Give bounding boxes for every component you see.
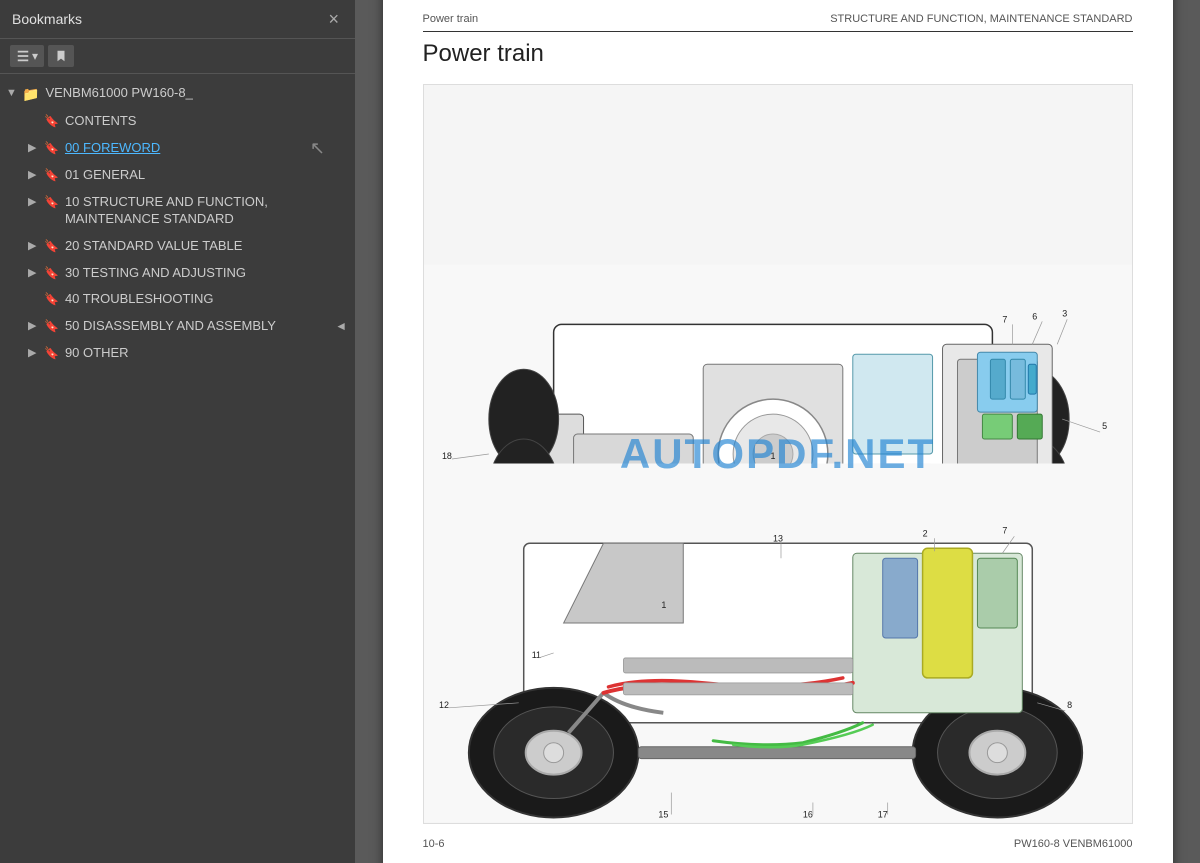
svg-text:5: 5 xyxy=(1102,421,1107,431)
chevron-right-icon: ▶ xyxy=(28,168,40,182)
bookmark-icon: 🔖 xyxy=(44,266,59,282)
svg-text:13: 13 xyxy=(773,533,783,543)
svg-text:3: 3 xyxy=(1062,308,1067,318)
svg-text:6: 6 xyxy=(1032,311,1037,321)
sidebar-item-contents[interactable]: ▶ 🔖 CONTENTS xyxy=(0,108,355,135)
sidebar-item-disassembly[interactable]: ▶ 🔖 50 DISASSEMBLY AND ASSEMBLY ◄ xyxy=(0,313,355,340)
page-number: 10-6 xyxy=(423,838,445,850)
svg-text:17: 17 xyxy=(877,810,887,820)
sidebar-header: Bookmarks × xyxy=(0,0,355,39)
folder-icon: 📁 xyxy=(22,85,39,103)
chevron-right-icon: ▶ xyxy=(28,346,40,360)
svg-text:7: 7 xyxy=(1002,525,1007,535)
bookmark-icon: 🔖 xyxy=(44,292,59,308)
page-title: Power train xyxy=(423,40,1133,68)
svg-text:7: 7 xyxy=(1002,314,1007,324)
bookmark-icon: 🔖 xyxy=(44,319,59,335)
svg-text:2: 2 xyxy=(922,528,927,538)
item-label-other: 90 OTHER xyxy=(65,345,347,362)
svg-text:11: 11 xyxy=(531,650,540,660)
bookmark-icon: 🔖 xyxy=(44,141,59,157)
close-button[interactable]: × xyxy=(324,8,343,30)
page-container: Power train STRUCTURE AND FUNCTION, MAIN… xyxy=(383,0,1173,863)
item-label-disassembly: 50 DISASSEMBLY AND ASSEMBLY xyxy=(65,318,347,335)
header-left-text: Power train xyxy=(423,13,479,25)
item-label-troubleshooting: 40 TROUBLESHOOTING xyxy=(65,291,347,308)
chevron-right-icon: ▶ xyxy=(28,141,40,155)
sidebar-title: Bookmarks xyxy=(12,11,82,27)
root-item-label: VENBM61000 PW160-8_ xyxy=(45,85,347,102)
sidebar: Bookmarks × ▾ ▼ 📁 VENBM61000 PW160-8_ xyxy=(0,0,355,863)
chevron-down-icon: ▼ xyxy=(6,86,18,100)
sidebar-item-testing[interactable]: ▶ 🔖 30 TESTING AND ADJUSTING xyxy=(0,260,355,287)
svg-text:15: 15 xyxy=(658,810,668,820)
item-label-foreword: 00 FOREWORD xyxy=(65,140,347,157)
bookmark-view-button[interactable] xyxy=(48,45,74,67)
collapse-handle[interactable]: ◄ xyxy=(335,319,347,335)
svg-text:18: 18 xyxy=(441,451,451,461)
bookmark-icon: 🔖 xyxy=(44,346,59,362)
item-label-structure: 10 STRUCTURE AND FUNCTION, MAINTENANCE S… xyxy=(65,194,347,228)
chevron-right-icon: ▶ xyxy=(28,319,40,333)
item-label-general: 01 GENERAL xyxy=(65,167,347,184)
sidebar-item-general[interactable]: ▶ 🔖 01 GENERAL xyxy=(0,162,355,189)
main-content: Power train STRUCTURE AND FUNCTION, MAIN… xyxy=(355,0,1200,863)
sidebar-toolbar: ▾ xyxy=(0,39,355,74)
sidebar-item-standard[interactable]: ▶ 🔖 20 STANDARD VALUE TABLE xyxy=(0,233,355,260)
item-label-contents: CONTENTS xyxy=(65,113,347,130)
footer-doc-ref: PW160-8 VENBM61000 xyxy=(1014,838,1133,850)
item-label-standard: 20 STANDARD VALUE TABLE xyxy=(65,238,347,255)
list-icon xyxy=(16,49,30,63)
svg-text:1: 1 xyxy=(661,600,666,610)
list-view-button[interactable]: ▾ xyxy=(10,45,44,67)
sidebar-item-troubleshooting[interactable]: ▶ 🔖 40 TROUBLESHOOTING xyxy=(0,286,355,313)
item-label-testing: 30 TESTING AND ADJUSTING xyxy=(65,265,347,282)
chevron-right-icon: ▶ xyxy=(28,266,40,280)
svg-text:16: 16 xyxy=(802,810,812,820)
sidebar-content: ▼ 📁 VENBM61000 PW160-8_ ▶ 🔖 CONTENTS ▶ 🔖… xyxy=(0,74,355,863)
tree-root: ▼ 📁 VENBM61000 PW160-8_ ▶ 🔖 CONTENTS ▶ 🔖… xyxy=(0,78,355,369)
page-header: Power train STRUCTURE AND FUNCTION, MAIN… xyxy=(423,13,1133,32)
diagram-container: AUTOPDF.NET xyxy=(423,84,1133,824)
page-footer: 10-6 PW160-8 VENBM61000 xyxy=(423,834,1133,850)
header-right-text: STRUCTURE AND FUNCTION, MAINTENANCE STAN… xyxy=(830,13,1132,25)
bookmark-icon xyxy=(54,49,68,63)
bookmark-icon: 🔖 xyxy=(44,239,59,255)
bookmark-icon: 🔖 xyxy=(44,195,59,211)
sidebar-item-other[interactable]: ▶ 🔖 90 OTHER xyxy=(0,340,355,367)
chevron-right-icon: ▶ xyxy=(28,239,40,253)
sidebar-item-structure[interactable]: ▶ 🔖 10 STRUCTURE AND FUNCTION, MAINTENAN… xyxy=(0,189,355,233)
tree-root-item[interactable]: ▼ 📁 VENBM61000 PW160-8_ xyxy=(0,80,355,108)
svg-text:8: 8 xyxy=(1067,700,1072,710)
sidebar-item-foreword[interactable]: ▶ 🔖 00 FOREWORD ↖ xyxy=(0,135,355,162)
svg-text:1: 1 xyxy=(770,451,775,461)
dropdown-arrow: ▾ xyxy=(32,49,38,63)
bookmark-icon: 🔖 xyxy=(44,114,59,130)
bottom-view-diagram: 13 2 7 8 12 11 15 16 17 1 xyxy=(424,463,1132,823)
vehicle-diagram: AUTOPDF.NET xyxy=(423,84,1133,824)
bookmark-icon: 🔖 xyxy=(44,168,59,184)
chevron-right-icon: ▶ xyxy=(28,195,40,209)
svg-text:12: 12 xyxy=(438,700,448,710)
